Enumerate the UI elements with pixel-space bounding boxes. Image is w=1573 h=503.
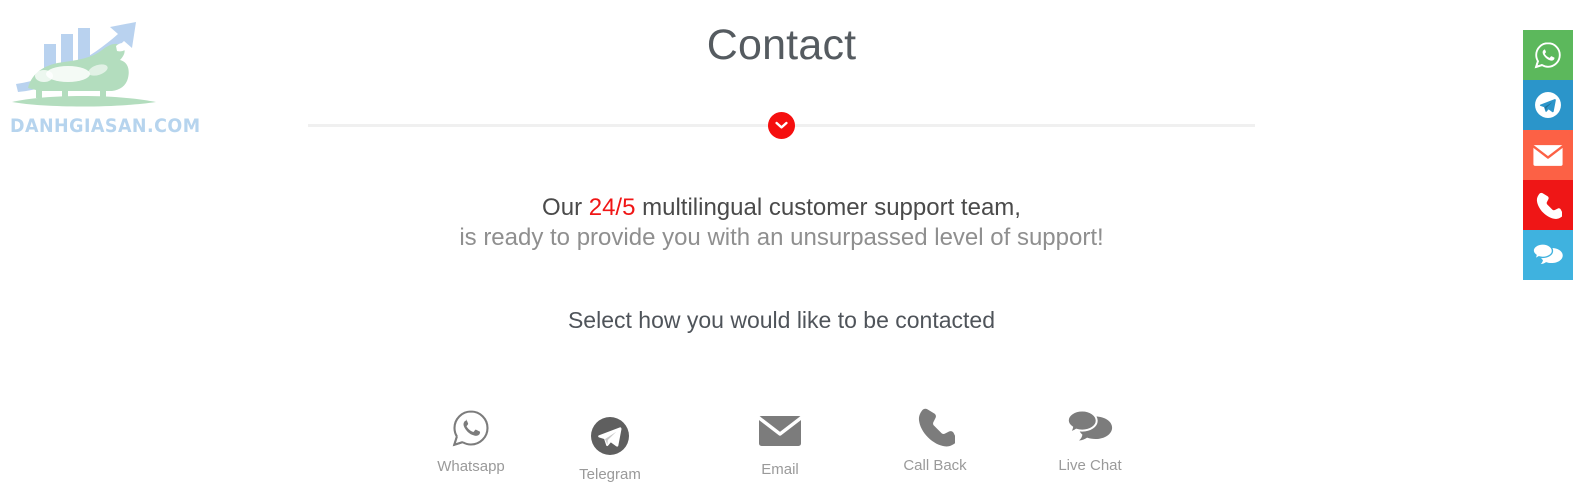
email-icon	[1532, 143, 1564, 168]
float-bar-telegram[interactable]	[1523, 80, 1573, 130]
intro-suffix: multilingual customer support team,	[635, 194, 1021, 221]
float-bar-chat[interactable]	[1523, 230, 1573, 280]
contact-method-whatsapp[interactable]: Whatsapp	[401, 404, 541, 475]
contact-method-label: Live Chat	[1058, 457, 1122, 474]
telegram-icon	[540, 412, 680, 460]
intro-line-1: Our 24/5 multilingual customer support t…	[0, 193, 1563, 223]
contact-method-email[interactable]: Email	[710, 407, 850, 478]
phone-icon	[1534, 191, 1562, 220]
float-bar-call[interactable]	[1523, 180, 1573, 230]
contact-method-subheading: Select how you would like to be contacte…	[567, 307, 996, 333]
contact-methods: Whatsapp Telegram Email Call Back Live C…	[385, 398, 1175, 498]
email-icon	[710, 407, 850, 455]
intro-accent: 24/5	[588, 194, 636, 221]
float-bar-whatsapp[interactable]	[1523, 30, 1573, 80]
logo-wordmark: DANHGIASAN.COM	[10, 115, 201, 137]
intro-line-2: is ready to provide you with an unsurpas…	[459, 224, 1104, 251]
contact-method-label: Call Back	[903, 457, 967, 474]
contact-method-label: Whatsapp	[437, 458, 505, 475]
contact-method-call-back[interactable]: Call Back	[865, 403, 1005, 474]
whatsapp-icon	[401, 404, 541, 452]
whatsapp-icon	[1533, 40, 1563, 70]
contact-method-live-chat[interactable]: Live Chat	[1020, 403, 1160, 474]
floating-contact-bar	[1523, 30, 1573, 280]
float-bar-email[interactable]	[1523, 130, 1573, 180]
chevron-down-icon	[775, 121, 788, 130]
contact-method-label: Telegram	[579, 466, 641, 483]
page-title: Contact	[706, 21, 857, 69]
telegram-icon	[1533, 90, 1563, 120]
chat-bubbles-icon	[1532, 242, 1564, 268]
contact-method-telegram[interactable]: Telegram	[540, 412, 680, 483]
scroll-down-badge[interactable]	[768, 112, 795, 139]
support-intro: Our 24/5 multilingual customer support t…	[0, 193, 1563, 253]
contact-method-label: Email	[761, 461, 799, 478]
contact-page: DANHGIASAN.COM Contact Our 24/5 multilin…	[0, 0, 1573, 503]
phone-icon	[865, 403, 1005, 451]
chat-bubbles-icon	[1020, 403, 1160, 451]
intro-prefix: Our	[542, 194, 589, 221]
